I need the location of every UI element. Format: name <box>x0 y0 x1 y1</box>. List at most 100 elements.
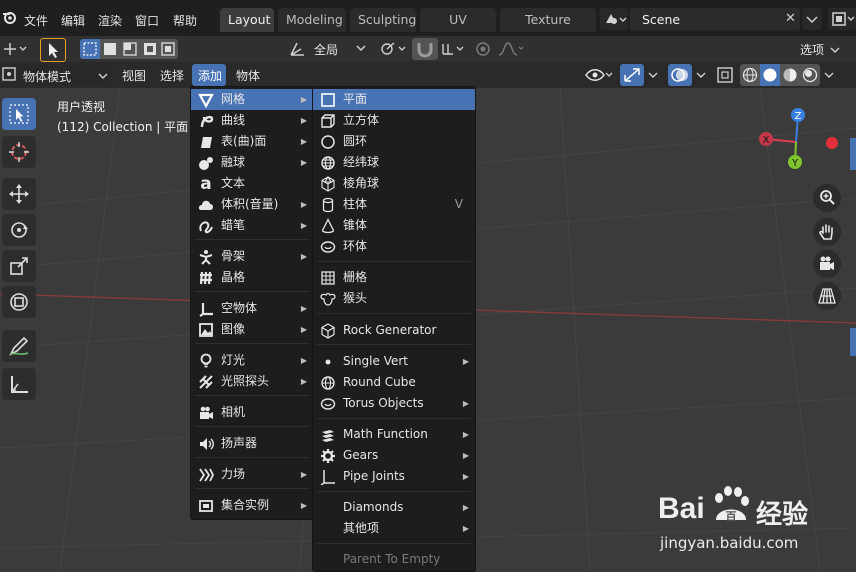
mesh-item-torus[interactable]: 环体 <box>313 236 475 257</box>
text-a-icon: a <box>200 173 212 194</box>
add-menu-item-empty[interactable]: 空物体 ▶ <box>191 298 313 319</box>
select-tool-button[interactable] <box>40 38 66 62</box>
mesh-item-extras[interactable]: 其他项 ▶ <box>313 518 475 539</box>
add-menu-item-volume[interactable]: 体积(音量) ▶ <box>191 194 313 215</box>
tab-uv-editing[interactable]: UV Editing <box>420 8 496 51</box>
sidebar-tab[interactable] <box>850 328 856 356</box>
tab-sculpting[interactable]: Sculpting <box>350 8 416 32</box>
shading-dropdown[interactable] <box>822 65 836 85</box>
zoom-button[interactable] <box>813 184 841 212</box>
menu-window[interactable]: 窗口 <box>135 12 159 29</box>
mesh-item-diamonds[interactable]: Diamonds ▶ <box>313 497 475 518</box>
editor-type-button[interactable] <box>2 67 16 81</box>
mesh-item-torus-objects[interactable]: Torus Objects ▶ <box>313 393 475 414</box>
tool-cursor[interactable] <box>2 136 36 168</box>
mesh-item-cube[interactable]: 立方体 <box>313 110 475 131</box>
xray-toggle[interactable] <box>714 64 736 86</box>
mesh-item-circle[interactable]: 圆环 <box>313 131 475 152</box>
menu-render[interactable]: 渲染 <box>98 12 122 29</box>
mesh-item-uv-sphere[interactable]: 经纬球 <box>313 152 475 173</box>
mesh-item-parent-to-empty[interactable]: Parent To Empty <box>313 549 475 570</box>
mesh-item-plane[interactable]: 平面 <box>313 89 475 110</box>
pan-button[interactable] <box>813 218 841 246</box>
blender-logo-icon[interactable] <box>2 10 16 24</box>
menu-help[interactable]: 帮助 <box>173 12 197 29</box>
proportional-falloff-button[interactable] <box>496 39 526 59</box>
add-menu-item-lattice[interactable]: 晶格 <box>191 267 313 288</box>
visibility-button[interactable] <box>584 65 614 85</box>
orientation-label[interactable]: 全局 <box>314 41 338 58</box>
shading-solid[interactable] <box>760 64 780 86</box>
add-menu-item-armature[interactable]: 骨架 ▶ <box>191 246 313 267</box>
mesh-item-grid[interactable]: 栅格 <box>313 267 475 288</box>
tool-rotate[interactable] <box>2 214 36 246</box>
tab-layout[interactable]: Layout <box>220 8 274 32</box>
mesh-item-cylinder[interactable]: 柱体 V <box>313 194 475 215</box>
mesh-item-pipe-joints[interactable]: Pipe Joints ▶ <box>313 466 475 487</box>
camera-view-button[interactable] <box>813 250 841 278</box>
menu-select[interactable]: 选择 <box>160 67 184 84</box>
menu-view[interactable]: 视图 <box>122 67 146 84</box>
submenu-arrow-icon: ▶ <box>300 356 307 365</box>
navigation-gizmo[interactable]: Z X Y <box>750 98 850 188</box>
snap-toggle[interactable] <box>412 38 438 60</box>
add-menu-item-curve[interactable]: 曲线 ▶ <box>191 110 313 131</box>
orientation-icon[interactable] <box>288 40 306 58</box>
mode-selector[interactable]: 物体模式 <box>18 65 110 85</box>
menu-file[interactable]: 文件 <box>24 12 48 29</box>
add-menu-item-image[interactable]: 图像 ▶ <box>191 319 313 340</box>
transform-pivot-button[interactable] <box>2 40 30 58</box>
shading-wireframe[interactable] <box>740 64 760 86</box>
scene-selector-button[interactable] <box>600 8 628 30</box>
add-menu-item-speaker[interactable]: 扬声器 <box>191 433 313 454</box>
mesh-item-monkey[interactable]: 猴头 <box>313 288 475 309</box>
viewport-header: 物体模式 视图 选择 添加 物体 <box>0 62 856 88</box>
tool-transform[interactable] <box>2 286 36 318</box>
gizmo-neg-x-axis[interactable] <box>826 137 838 149</box>
tool-measure[interactable] <box>2 368 36 400</box>
tool-select-box[interactable] <box>2 98 36 130</box>
chevron-down-icon[interactable] <box>355 40 367 59</box>
add-menu-item-camera[interactable]: 相机 <box>191 402 313 423</box>
add-menu-item-grease-pencil[interactable]: 蜡笔 ▶ <box>191 215 313 236</box>
tool-scale[interactable] <box>2 250 36 282</box>
add-menu-item-light-probe[interactable]: 光照探头 ▶ <box>191 371 313 392</box>
mesh-item-round-cube[interactable]: Round Cube <box>313 372 475 393</box>
shading-rendered[interactable] <box>800 64 820 86</box>
gizmo-toggle[interactable] <box>620 64 644 86</box>
snap-target-button[interactable] <box>440 40 466 58</box>
menu-add[interactable]: 添加 <box>192 64 226 86</box>
tool-move[interactable] <box>2 178 36 210</box>
overlays-dropdown[interactable] <box>694 65 708 85</box>
menu-object[interactable]: 物体 <box>236 67 260 84</box>
add-menu-item-text[interactable]: a 文本 <box>191 173 313 194</box>
shading-material[interactable] <box>780 64 800 86</box>
add-menu-item-surface[interactable]: 表(曲)面 ▶ <box>191 131 313 152</box>
add-menu-item-metaball[interactable]: 融球 ▶ <box>191 152 313 173</box>
close-icon[interactable]: ✕ <box>785 11 796 26</box>
pivot-point-button[interactable] <box>378 39 408 59</box>
add-menu-item-collection-instance[interactable]: 集合实例 ▶ <box>191 495 313 516</box>
sidebar-tab[interactable] <box>850 138 856 170</box>
overlays-toggle[interactable] <box>668 64 692 86</box>
tool-annotate[interactable] <box>2 330 36 362</box>
scene-dropdown-button[interactable] <box>802 8 822 30</box>
mesh-item-ico-sphere[interactable]: 棱角球 <box>313 173 475 194</box>
add-menu-item-force-field[interactable]: 力场 ▶ <box>191 464 313 485</box>
menu-edit[interactable]: 编辑 <box>61 12 85 29</box>
mesh-item-gears[interactable]: Gears ▶ <box>313 445 475 466</box>
proportional-edit-toggle[interactable] <box>472 39 494 59</box>
view-layer-button[interactable] <box>828 8 856 30</box>
mesh-item-rock-generator[interactable]: Rock Generator <box>313 320 475 341</box>
add-menu-item-light[interactable]: 灯光 ▶ <box>191 350 313 371</box>
gizmo-dropdown[interactable] <box>646 65 660 85</box>
tab-modeling[interactable]: Modeling <box>278 8 346 32</box>
perspective-toggle-button[interactable] <box>813 282 841 310</box>
add-menu-item-mesh[interactable]: 网格 ▶ <box>191 89 313 110</box>
tab-texture-paint[interactable]: Texture Paint <box>500 8 596 51</box>
mesh-item-cone[interactable]: 锥体 <box>313 215 475 236</box>
mesh-item-math-function[interactable]: Math Function ▶ <box>313 424 475 445</box>
options-button[interactable]: 选项 <box>794 39 844 59</box>
mesh-item-single-vert[interactable]: Single Vert ▶ <box>313 351 475 372</box>
menu-separator <box>317 261 471 262</box>
